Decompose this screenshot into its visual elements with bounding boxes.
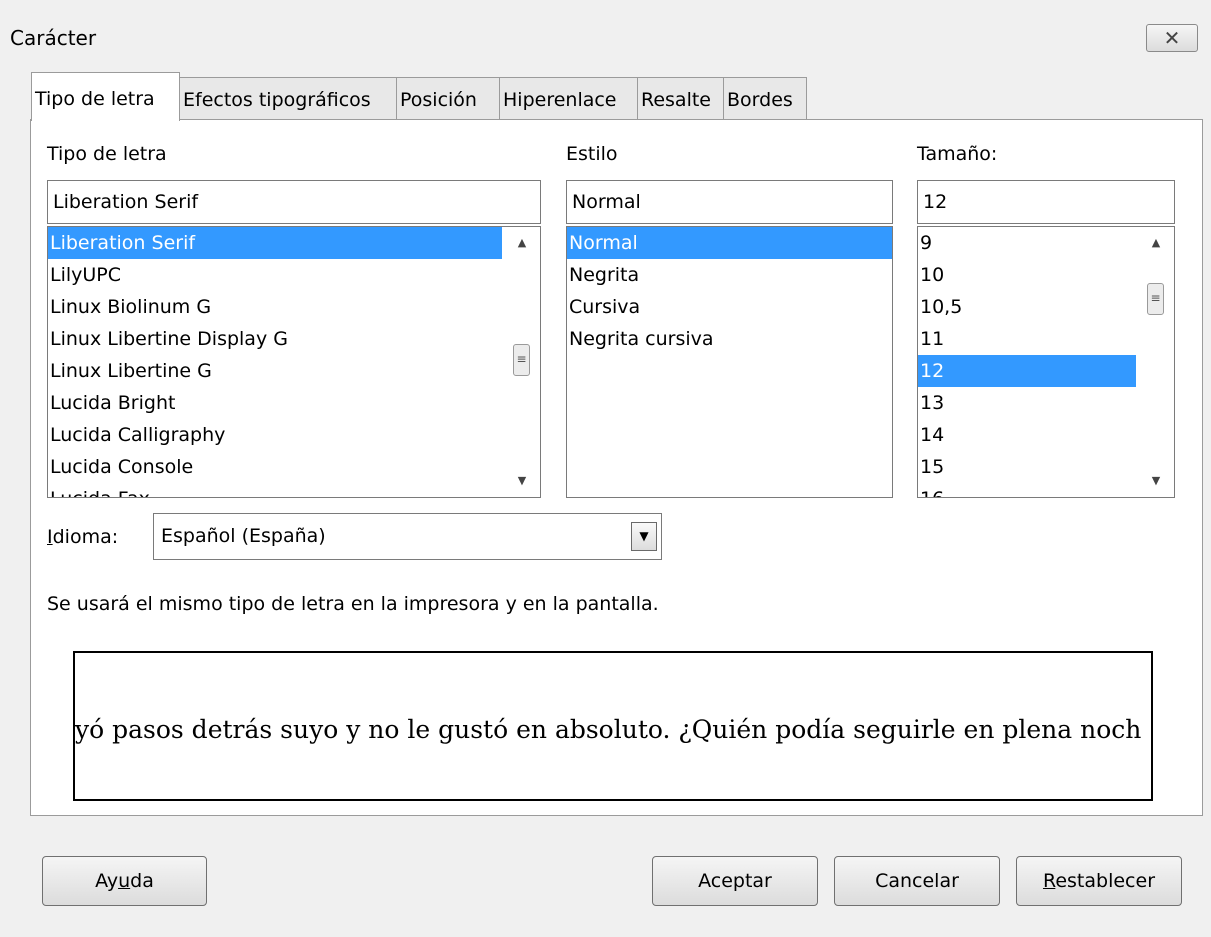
tab-label: Posición <box>400 89 477 111</box>
list-item[interactable]: 10,5 <box>918 291 1174 323</box>
tab-label: Efectos tipográficos <box>183 89 371 111</box>
style-input[interactable]: Normal <box>566 180 893 224</box>
tab-label: Resalte <box>641 89 711 111</box>
help-label-b: da <box>130 870 154 892</box>
size-input[interactable]: 12 <box>917 180 1175 224</box>
list-item[interactable]: Cursiva <box>567 291 892 323</box>
tab-resalte[interactable]: Resalte <box>637 77 724 119</box>
size-list[interactable]: 9 10 10,5 11 12 13 14 15 16 ▲ ≡ ▼ <box>917 226 1175 498</box>
help-button[interactable]: Ayuda <box>42 856 207 906</box>
list-item[interactable]: Negrita <box>567 259 892 291</box>
list-item[interactable]: 16 <box>918 483 1174 497</box>
language-value: Español (España) <box>161 525 326 547</box>
tab-tipo-de-letra[interactable]: Tipo de letra <box>31 72 180 121</box>
close-icon: ✕ <box>1163 26 1181 50</box>
list-item[interactable]: Linux Libertine G <box>48 355 540 387</box>
close-button[interactable]: ✕ <box>1146 24 1198 52</box>
tab-hiperenlace[interactable]: Hiperenlace <box>499 77 638 119</box>
font-preview: yó pasos detrás suyo y no le gustó en ab… <box>73 651 1153 801</box>
language-label: Idioma: <box>47 526 118 548</box>
list-item[interactable]: Lucida Fax <box>48 483 540 497</box>
arrow-down-icon[interactable]: ▼ <box>504 466 540 496</box>
tab-label: Tipo de letra <box>35 88 155 110</box>
font-list-scrollbar[interactable]: ▲ ≡ ▼ <box>504 227 540 497</box>
scrollbar-thumb[interactable]: ≡ <box>1147 283 1164 315</box>
help-label-accel: u <box>118 870 131 892</box>
reset-label-accel: R <box>1042 870 1056 892</box>
list-item[interactable]: 15 <box>918 451 1174 483</box>
reset-label-rest: establecer <box>1055 870 1156 892</box>
arrow-up-icon[interactable]: ▲ <box>504 228 540 258</box>
size-list-scrollbar[interactable]: ▲ ≡ ▼ <box>1138 227 1174 497</box>
preview-text: yó pasos detrás suyo y no le gustó en ab… <box>75 715 1142 744</box>
size-label: Tamaño: <box>917 143 998 165</box>
font-list[interactable]: Liberation Serif LilyUPC Linux Biolinum … <box>47 226 541 498</box>
window-title: Carácter <box>10 26 97 50</box>
list-item[interactable]: Liberation Serif <box>48 227 502 259</box>
language-label-rest: dioma: <box>52 526 119 548</box>
font-name-input[interactable]: Liberation Serif <box>47 180 541 224</box>
list-item[interactable]: 12 <box>918 355 1136 387</box>
list-item[interactable]: Linux Biolinum G <box>48 291 540 323</box>
scrollbar-thumb[interactable]: ≡ <box>513 344 530 376</box>
font-label: Tipo de letra <box>47 143 167 165</box>
cancel-button[interactable]: Cancelar <box>834 856 1000 906</box>
list-item[interactable]: 10 <box>918 259 1174 291</box>
language-select[interactable]: Español (España) ▼ <box>153 513 662 560</box>
arrow-up-icon[interactable]: ▲ <box>1138 228 1174 258</box>
list-item[interactable]: LilyUPC <box>48 259 540 291</box>
tab-efectos-tipograficos[interactable]: Efectos tipográficos <box>179 77 397 119</box>
help-label-a: Ay <box>95 870 119 892</box>
list-item[interactable]: Normal <box>567 227 892 259</box>
list-item[interactable]: 11 <box>918 323 1174 355</box>
style-label: Estilo <box>566 143 618 165</box>
list-item[interactable]: 14 <box>918 419 1174 451</box>
list-item[interactable]: Negrita cursiva <box>567 323 892 355</box>
info-text: Se usará el mismo tipo de letra en la im… <box>47 593 659 615</box>
list-item[interactable]: Lucida Calligraphy <box>48 419 540 451</box>
list-item[interactable]: Linux Libertine Display G <box>48 323 540 355</box>
tab-posicion[interactable]: Posición <box>396 77 500 119</box>
tab-label: Bordes <box>727 89 793 111</box>
title-bar: Carácter ✕ <box>0 0 1211 72</box>
font-list-items: Liberation Serif LilyUPC Linux Biolinum … <box>48 227 540 497</box>
tab-bordes[interactable]: Bordes <box>723 77 807 119</box>
list-item[interactable]: 9 <box>918 227 1174 259</box>
list-item[interactable]: Lucida Bright <box>48 387 540 419</box>
size-list-items: 9 10 10,5 11 12 13 14 15 16 <box>918 227 1174 497</box>
list-item[interactable]: 13 <box>918 387 1174 419</box>
tab-label: Hiperenlace <box>503 89 617 111</box>
ok-button[interactable]: Aceptar <box>652 856 818 906</box>
arrow-down-icon[interactable]: ▼ <box>1138 466 1174 496</box>
chevron-down-icon[interactable]: ▼ <box>631 522 657 551</box>
style-list[interactable]: Normal Negrita Cursiva Negrita cursiva <box>566 226 893 498</box>
reset-button[interactable]: Restablecer <box>1016 856 1182 906</box>
list-item[interactable]: Lucida Console <box>48 451 540 483</box>
